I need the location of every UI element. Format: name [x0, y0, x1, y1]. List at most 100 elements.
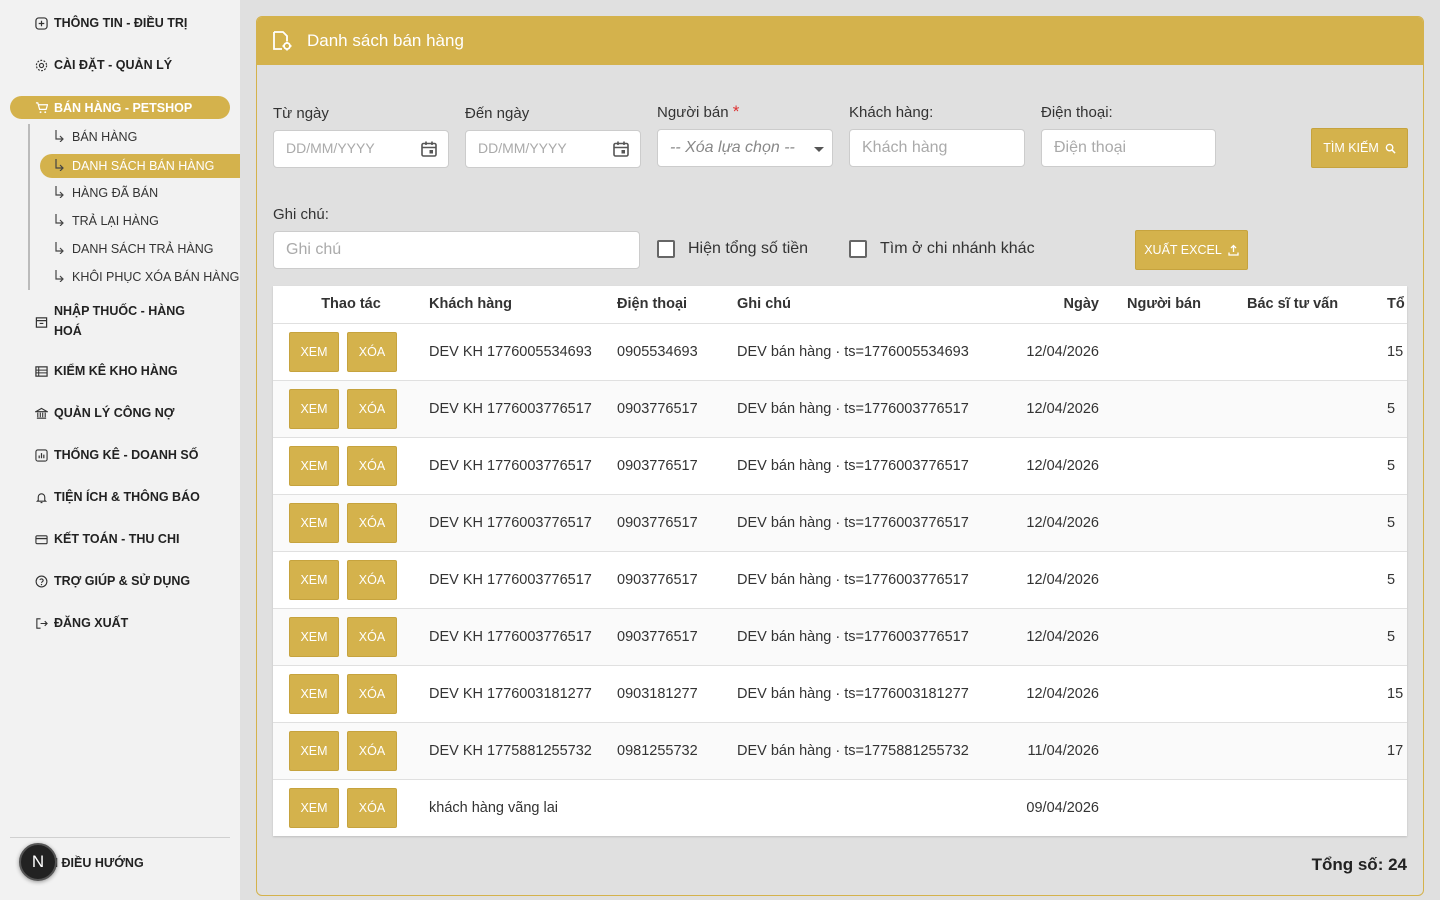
cell-date: 12/04/2026 [1007, 494, 1127, 552]
nav-item-import[interactable]: NHẬP THUỐC - HÀNG HOÁ [10, 299, 230, 339]
calendar-icon[interactable] [612, 140, 630, 158]
cell-doctor [1247, 551, 1387, 609]
row-actions: XEM XÓA [273, 608, 429, 666]
checkbox-box[interactable] [657, 240, 675, 258]
export-button-label: XUẤT EXCEL [1144, 243, 1222, 257]
sidebar-divider [10, 837, 230, 838]
delete-button[interactable]: XÓA [347, 388, 397, 429]
from-date-label: Từ ngày [273, 105, 329, 122]
cell-phone: 0905534693 [617, 323, 737, 381]
nav-item-utilities[interactable]: TIỆN ÍCH & THÔNG BÁO [10, 485, 230, 509]
export-excel-button[interactable]: XUẤT EXCEL [1135, 230, 1248, 270]
sidebar: THÔNG TIN - ĐIỀU TRỊ CÀI ĐẶT - QUẢN LÝ B… [0, 0, 240, 900]
cell-doctor [1247, 380, 1387, 438]
view-button[interactable]: XEM [289, 502, 339, 543]
cell-total: 15 [1387, 665, 1407, 723]
delete-button[interactable]: XÓA [347, 331, 397, 372]
nav-item-label: THỐNG KÊ - DOANH SỐ [54, 448, 199, 462]
view-button[interactable]: XEM [289, 445, 339, 486]
cell-seller [1127, 494, 1247, 552]
note-input[interactable] [273, 231, 640, 269]
cell-seller [1127, 380, 1247, 438]
cell-total: 5 [1387, 380, 1407, 438]
nav-item-petshop[interactable]: BÁN HÀNG - PETSHOP [10, 96, 230, 119]
delete-button[interactable]: XÓA [347, 445, 397, 486]
nav-item-stats[interactable]: THỐNG KÊ - DOANH SỐ [10, 443, 230, 467]
row-actions: XEM XÓA [273, 494, 429, 552]
avatar[interactable]: N [19, 843, 57, 881]
delete-button[interactable]: XÓA [347, 730, 397, 771]
search-button[interactable]: TÌM KIẾM [1311, 128, 1408, 168]
sub-item-restore[interactable]: KHÔI PHỤC XÓA BÁN HÀNG [40, 265, 240, 289]
view-button[interactable]: XEM [289, 388, 339, 429]
cell-note: DEV bán hàng · ts=1776003776517 [737, 380, 1007, 438]
cell-date: 12/04/2026 [1007, 437, 1127, 495]
cell-total: 5 [1387, 494, 1407, 552]
card-icon [35, 535, 48, 545]
cell-total: 5 [1387, 437, 1407, 495]
cell-phone: 0903776517 [617, 494, 737, 552]
delete-button[interactable]: XÓA [347, 502, 397, 543]
view-button[interactable]: XEM [289, 331, 339, 372]
row-actions: XEM XÓA [273, 551, 429, 609]
col-customer: Khách hàng [429, 286, 617, 324]
delete-button[interactable]: XÓA [347, 559, 397, 600]
nav-item-treatment[interactable]: THÔNG TIN - ĐIỀU TRỊ [10, 11, 230, 35]
cell-seller [1127, 608, 1247, 666]
delete-button[interactable]: XÓA [347, 787, 397, 828]
other-branch-checkbox[interactable]: Tìm ở chi nhánh khác [849, 240, 1035, 258]
chevron-down-icon [814, 147, 824, 152]
cell-date: 09/04/2026 [1007, 779, 1127, 836]
customer-input[interactable] [849, 129, 1025, 167]
view-button[interactable]: XEM [289, 616, 339, 657]
view-button[interactable]: XEM [289, 787, 339, 828]
sub-item-sales-list[interactable]: DANH SÁCH BÁN HÀNG [40, 154, 240, 178]
nav-item-settings[interactable]: CÀI ĐẶT - QUẢN LÝ [10, 53, 230, 77]
table-row: XEM XÓA DEV KH 1776005534693 0905534693 DEV … [273, 323, 1407, 381]
chart-icon [35, 449, 48, 462]
cell-customer: DEV KH 1776003776517 [429, 608, 617, 666]
sub-item-return-list[interactable]: DANH SÁCH TRẢ HÀNG [40, 237, 240, 261]
show-total-checkbox[interactable]: Hiện tổng số tiền [657, 240, 808, 258]
sales-list-card: Danh sách bán hàng Từ ngày Đến ngày Ngườ… [256, 16, 1424, 896]
other-branch-label: Tìm ở chi nhánh khác [880, 240, 1035, 257]
cell-date: 11/04/2026 [1007, 722, 1127, 780]
cell-note [737, 779, 1007, 836]
cell-date: 12/04/2026 [1007, 665, 1127, 723]
sub-item-label: TRẢ LẠI HÀNG [72, 214, 159, 228]
view-button[interactable]: XEM [289, 673, 339, 714]
nav-item-logout[interactable]: ĐĂNG XUẤT [10, 611, 230, 635]
nav-item-help[interactable]: TRỢ GIÚP & SỬ DỤNG [10, 569, 230, 593]
phone-input[interactable] [1041, 129, 1216, 167]
cell-phone: 0981255732 [617, 722, 737, 780]
nav-item-accounting[interactable]: KẾT TOÁN - THU CHI [10, 527, 230, 551]
nav-item-debt[interactable]: QUẢN LÝ CÔNG NỢ [10, 401, 230, 425]
table-row: XEM XÓA khách hàng vãng lai 09/04/2026 [273, 779, 1407, 836]
delete-button[interactable]: XÓA [347, 673, 397, 714]
nav-item-inventory[interactable]: KIỂM KÊ KHO HÀNG [10, 359, 230, 383]
sub-item-sold[interactable]: HÀNG ĐÃ BÁN [40, 181, 240, 205]
cell-total [1387, 779, 1407, 836]
delete-button[interactable]: XÓA [347, 616, 397, 657]
cell-customer: DEV KH 1775881255732 [429, 722, 617, 780]
cell-note: DEV bán hàng · ts=1775881255732 [737, 722, 1007, 780]
cell-phone [617, 779, 737, 836]
calendar-icon[interactable] [420, 140, 438, 158]
row-actions: XEM XÓA [273, 323, 429, 381]
cell-note: DEV bán hàng · ts=1776003181277 [737, 665, 1007, 723]
view-button[interactable]: XEM [289, 559, 339, 600]
row-actions: XEM XÓA [273, 437, 429, 495]
sub-item-return[interactable]: TRẢ LẠI HÀNG [40, 209, 240, 233]
sales-table: Thao tác Khách hàng Điện thoại Ghi chú N… [273, 286, 1407, 836]
checkbox-box[interactable] [849, 240, 867, 258]
sub-item-label: DANH SÁCH BÁN HÀNG [72, 159, 215, 173]
cell-seller [1127, 437, 1247, 495]
sub-item-sell[interactable]: BÁN HÀNG [40, 125, 240, 149]
cell-seller [1127, 551, 1247, 609]
seller-select[interactable]: -- Xóa lựa chọn -- [657, 129, 833, 167]
cell-total: 5 [1387, 608, 1407, 666]
col-note: Ghi chú [737, 286, 1007, 324]
view-button[interactable]: XEM [289, 730, 339, 771]
cell-note: DEV bán hàng · ts=1776005534693 [737, 323, 1007, 381]
col-date: Ngày [1007, 286, 1127, 324]
